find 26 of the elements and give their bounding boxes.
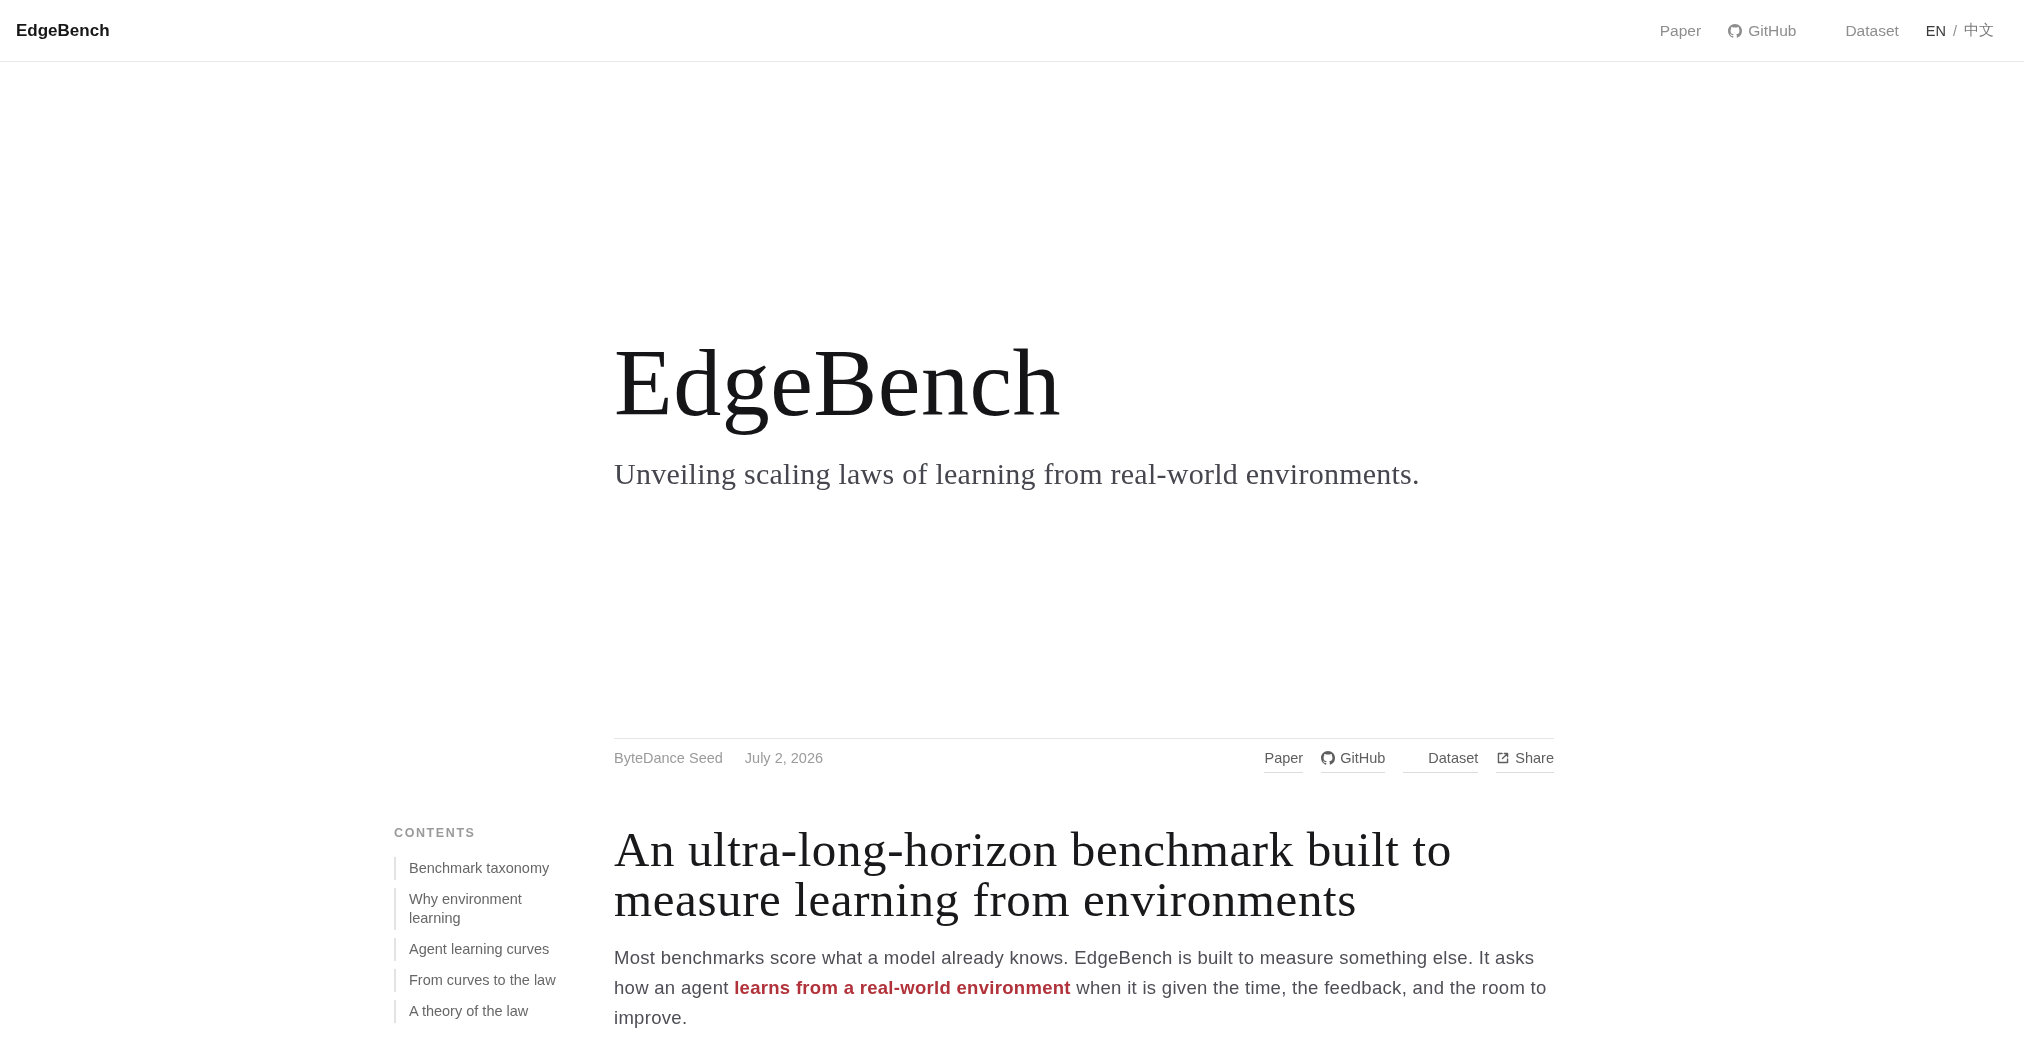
toc-link[interactable]: From curves to the law — [394, 969, 571, 992]
byline-link[interactable]: Share — [1496, 748, 1554, 773]
language-separator: / — [1952, 22, 1957, 39]
github-icon — [1321, 751, 1336, 765]
nav-link[interactable]: GitHub — [1728, 21, 1797, 40]
section-heading: An ultra-long-horizon benchmark built to measure learning from environments — [614, 825, 1453, 925]
external-link-icon — [1496, 751, 1511, 765]
github-icon — [1728, 23, 1743, 38]
page-subtitle: Unveiling scaling laws of learning from real-world environments. — [614, 456, 1421, 492]
byline-link[interactable]: GitHub — [1321, 748, 1386, 773]
publish-date: July 2, 2026 — [744, 749, 824, 768]
byline-link[interactable]: Paper — [1264, 748, 1304, 773]
language-option[interactable]: EN — [1925, 22, 1946, 39]
nav-link[interactable]: Dataset — [1823, 21, 1899, 40]
toc-link[interactable]: Agent learning curves — [394, 938, 571, 961]
toc-link[interactable]: Benchmark taxonomy — [394, 857, 571, 880]
page-title: EdgeBench — [614, 329, 1062, 437]
byline-link[interactable]: Dataset — [1403, 748, 1479, 773]
contents-label: CONTENTS — [394, 825, 477, 841]
nav-link[interactable]: Paper — [1659, 21, 1702, 40]
toc-link[interactable]: Why environment learning — [394, 888, 571, 930]
toc-link[interactable]: A theory of the law — [394, 1000, 571, 1023]
intro-paragraph: Most benchmarks score what a model already knows. EdgeBench is built to measure something else. It asks how an agent learns from a real-world environment when it is given the time, the feedback, and the room to improve. — [614, 946, 1548, 1030]
language-option[interactable]: 中文 — [1964, 21, 1994, 40]
site-logo[interactable]: EdgeBench — [16, 20, 110, 41]
author-name: ByteDance Seed — [614, 749, 723, 768]
